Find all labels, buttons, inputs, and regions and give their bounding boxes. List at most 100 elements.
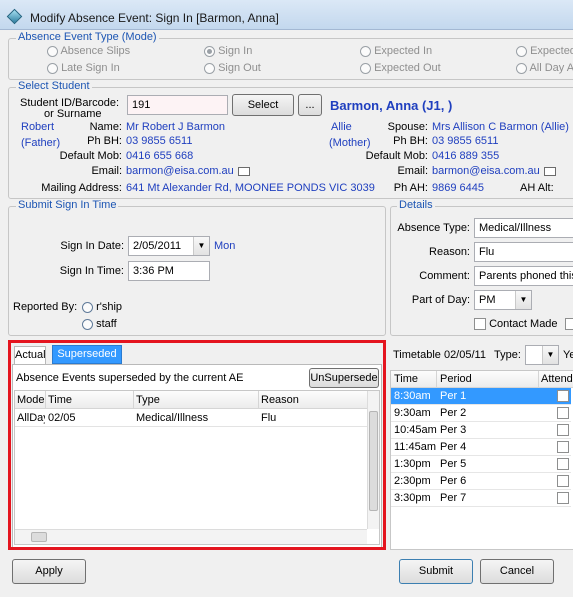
email-icon[interactable] — [543, 166, 556, 176]
contact1-name: Mr Robert J Barmon — [126, 121, 226, 133]
contact2-email-link[interactable]: barmon@eisa.com.au — [432, 165, 556, 177]
radio-icon — [47, 62, 58, 74]
checkbox-icon — [474, 318, 486, 331]
part-of-day-select[interactable]: PM ▼ — [474, 290, 532, 310]
cell-time: 1:30pm — [394, 458, 431, 470]
contact1-email-link[interactable]: barmon@eisa.com.au — [126, 165, 250, 177]
cell-period: Per 5 — [440, 458, 467, 470]
radio-expected[interactable]: Expected — [516, 45, 573, 57]
cell-time: 3:30pm — [394, 492, 431, 504]
mailing-address-label: Mailing Address: — [41, 182, 122, 194]
attend-checkbox[interactable] — [557, 441, 569, 453]
timetable-grid: Time Period Attend 8:30am Per 1 9:30am P… — [390, 370, 573, 550]
radio-icon — [47, 45, 58, 57]
timetable-row[interactable]: 9:30am Per 2 — [391, 405, 571, 422]
timetable-row[interactable]: 10:45am Per 3 — [391, 422, 571, 439]
column-header-time[interactable]: Time — [394, 373, 418, 385]
timetable-title: Timetable 02/05/11 — [393, 349, 486, 361]
radio-icon — [360, 62, 371, 74]
comment-label: Comment: — [419, 270, 470, 282]
attend-checkbox[interactable] — [557, 424, 569, 436]
cancel-button[interactable]: Cancel — [480, 559, 554, 584]
cell-period: Per 2 — [440, 407, 467, 419]
contact-made-checkbox[interactable]: Contact Made — [474, 318, 558, 331]
student-id-input[interactable]: 191 — [127, 95, 228, 115]
timetable-row[interactable]: 1:30pm Per 5 — [391, 456, 571, 473]
absence-type-field[interactable]: Medical/Illness — [474, 218, 573, 238]
column-header-period[interactable]: Period — [440, 373, 472, 385]
radio-all-day[interactable]: All Day A — [516, 62, 573, 74]
contact1-email-label: Email: — [91, 165, 122, 177]
dropdown-arrow-icon[interactable]: ▼ — [515, 291, 531, 309]
comment-field[interactable]: Parents phoned this — [474, 266, 573, 286]
radio-late-sign-in[interactable]: Late Sign In — [47, 62, 120, 74]
contact2-first-name: Allie — [331, 121, 352, 133]
timetable-row[interactable]: 2:30pm Per 6 — [391, 473, 571, 490]
submit-button[interactable]: Submit — [399, 559, 473, 584]
radio-rship[interactable]: r'ship — [82, 301, 122, 313]
timetable-row[interactable]: 3:30pm Per 7 — [391, 490, 571, 507]
attend-checkbox[interactable] — [557, 390, 569, 402]
attend-checkbox[interactable] — [557, 407, 569, 419]
radio-icon — [516, 45, 527, 57]
radio-icon — [82, 301, 93, 313]
contact2-mob: 0416 889 355 — [432, 150, 500, 162]
reason-label: Reason: — [429, 246, 470, 258]
dropdown-arrow-icon[interactable]: ▼ — [542, 346, 558, 364]
radio-selected-icon — [204, 45, 215, 57]
sign-in-date-picker[interactable]: 2/05/2011 ▼ — [128, 236, 210, 256]
cell-period: Per 3 — [440, 424, 467, 436]
student-id-label-2: or Surname — [44, 108, 102, 120]
radio-icon — [516, 62, 527, 74]
contact2-spouse: Mrs Allison C Barmon (Allie) — [432, 121, 569, 133]
contact1-name-label: Name: — [89, 121, 122, 133]
cell-period: Per 6 — [440, 475, 467, 487]
radio-expected-in[interactable]: Expected In — [360, 45, 432, 57]
timetable-type-label: Type: — [494, 349, 521, 361]
attend-checkbox[interactable] — [557, 492, 569, 504]
window-title: Modify Absence Event: Sign In [Barmon, A… — [30, 11, 279, 25]
contact2-email-label: Email: — [397, 165, 428, 177]
sign-in-day: Mon — [214, 240, 236, 252]
apply-button[interactable]: Apply — [12, 559, 86, 584]
event-type-legend: Absence Event Type (Mode) — [16, 31, 159, 43]
contact1-phbh-label: Ph BH: — [87, 135, 122, 147]
column-header-attend[interactable]: Attend — [541, 373, 573, 385]
cell-time: 8:30am — [394, 390, 431, 402]
select-student-legend: Select Student — [16, 80, 92, 92]
attend-checkbox[interactable] — [557, 458, 569, 470]
timetable-type-select[interactable]: ▼ — [525, 345, 559, 365]
mailing-address: 641 Mt Alexander Rd, MOONEE PONDS VIC 30… — [126, 182, 375, 194]
radio-icon — [82, 318, 93, 330]
extra-checkbox[interactable] — [565, 318, 573, 330]
part-of-day-label: Part of Day: — [411, 294, 470, 306]
dropdown-arrow-icon[interactable]: ▼ — [193, 237, 209, 255]
sign-in-date-label: Sign In Date: — [60, 240, 124, 252]
radio-sign-out[interactable]: Sign Out — [204, 62, 261, 74]
cell-time: 10:45am — [394, 424, 437, 436]
contact2-mob-label: Default Mob: — [365, 150, 428, 162]
timetable-row[interactable]: 11:45am Per 4 — [391, 439, 571, 456]
radio-sign-in[interactable]: Sign In — [204, 45, 252, 57]
cell-period: Per 1 — [440, 390, 467, 402]
timetable-year-label: Ye — [563, 349, 573, 361]
contact1-relation: (Father) — [21, 137, 61, 149]
contact2-phbh: 03 9855 6511 — [432, 135, 499, 147]
radio-absence-slips[interactable]: Absence Slips — [47, 45, 130, 57]
radio-expected-out[interactable]: Expected Out — [360, 62, 441, 74]
sign-in-time-label: Sign In Time: — [59, 265, 124, 277]
radio-icon — [360, 45, 371, 57]
reason-field[interactable]: Flu — [474, 242, 573, 262]
submit-time-legend: Submit Sign In Time — [16, 199, 119, 211]
contact2-relation: (Mother) — [329, 137, 371, 149]
timetable-row[interactable]: 8:30am Per 1 — [391, 388, 571, 405]
highlight-box — [8, 340, 386, 550]
sign-in-time-input[interactable]: 3:36 PM — [128, 261, 210, 281]
contact1-phbh: 03 9855 6511 — [126, 135, 193, 147]
email-icon[interactable] — [237, 166, 250, 176]
attend-checkbox[interactable] — [557, 475, 569, 487]
select-button[interactable]: Select — [232, 94, 294, 116]
radio-icon — [204, 62, 215, 74]
radio-staff[interactable]: staff — [82, 318, 117, 330]
browse-button[interactable]: ... — [298, 94, 322, 116]
